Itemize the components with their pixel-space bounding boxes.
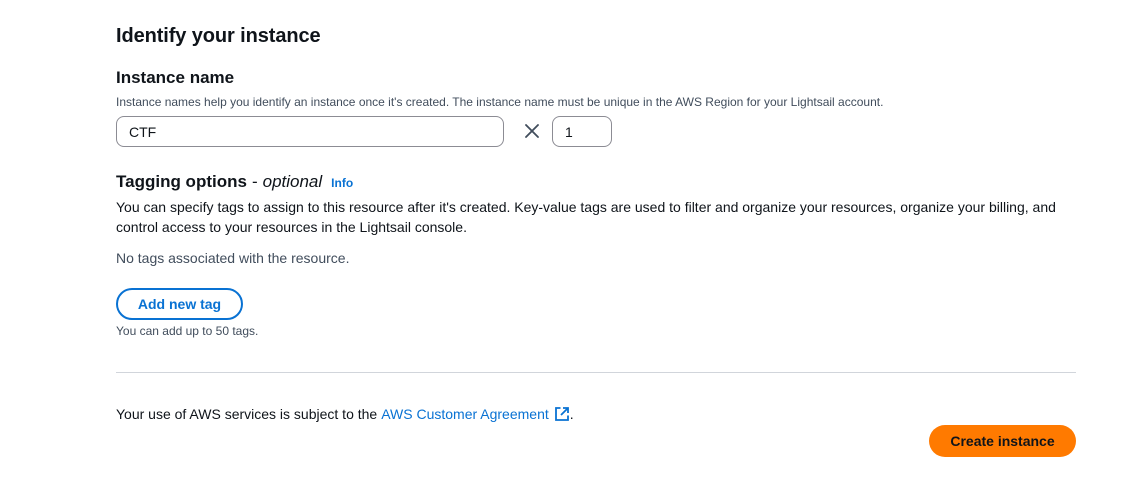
external-link-icon[interactable] [554,406,570,422]
tagging-optional: optional [262,172,323,191]
tagging-description: You can specify tags to assign to this r… [116,199,1056,235]
aws-customer-agreement-link[interactable]: AWS Customer Agreement [381,406,549,422]
instance-name-input[interactable] [116,116,504,147]
instance-name-description: Instance names help you identify an inst… [116,95,884,109]
info-link[interactable]: Info [331,176,353,190]
instance-name-label: Instance name [116,68,235,87]
no-tags-message: No tags associated with the resource. [116,250,350,266]
divider [116,372,1076,373]
tagging-separator: - [251,172,258,191]
agreement-notice: Your use of AWS services is subject to t… [116,406,574,422]
create-instance-button[interactable]: Create instance [929,425,1076,457]
instance-count-input[interactable] [552,116,612,147]
close-icon [521,118,543,144]
add-new-tag-button[interactable]: Add new tag [116,288,243,320]
tagging-heading: Tagging options - optional Info [116,172,353,192]
section-title: Identify your instance [116,25,321,47]
agreement-suffix: . [569,406,574,422]
create-instance-page: Identify your instance Instance name Ins… [0,0,1146,489]
tag-limit-hint: You can add up to 50 tags. [116,324,259,338]
tagging-title: Tagging options [116,172,247,191]
agreement-prefix: Your use of AWS services is subject to t… [116,406,378,422]
